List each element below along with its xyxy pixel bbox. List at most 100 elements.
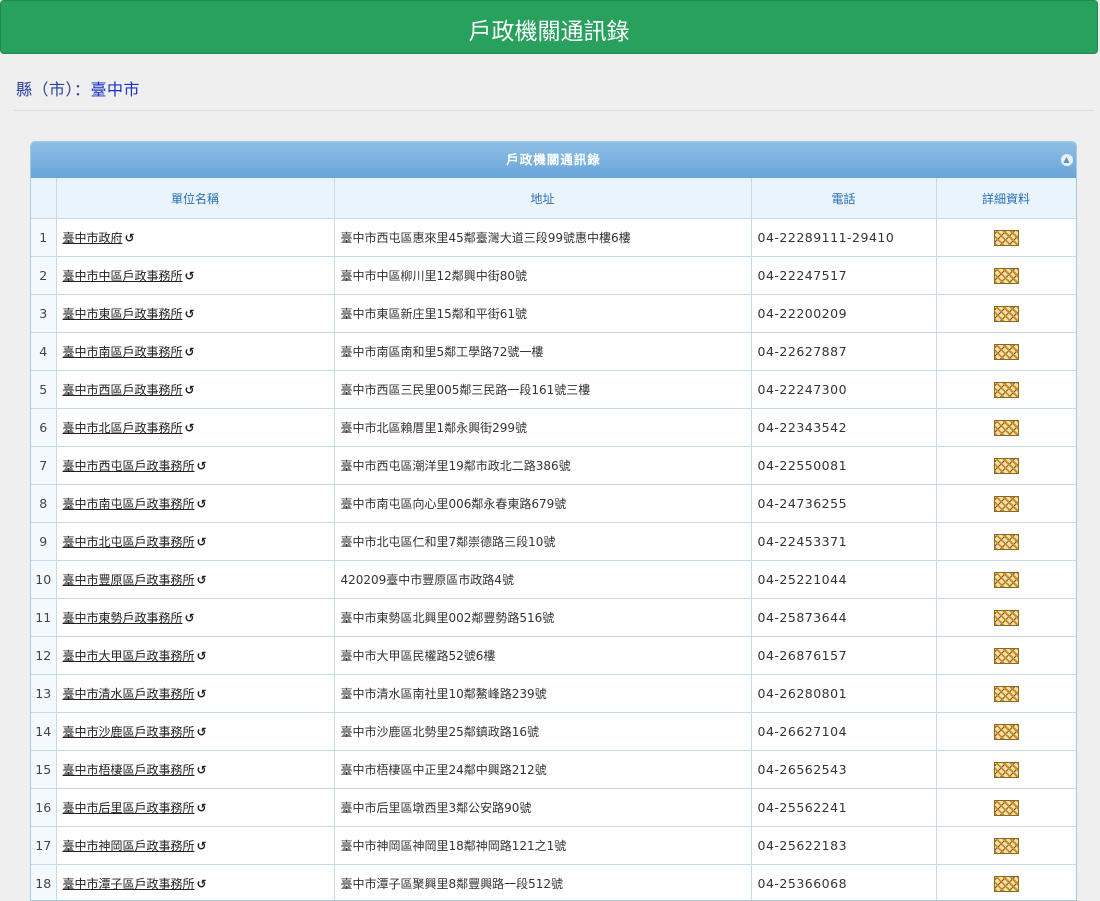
unit-name-cell: 臺中市南區戶政事務所↺ <box>56 333 334 371</box>
row-number: 4 <box>31 333 56 371</box>
external-link-icon[interactable]: ↺ <box>197 839 207 853</box>
header-unit-name[interactable]: 單位名稱 <box>56 178 334 219</box>
external-link-icon[interactable]: ↺ <box>185 269 195 283</box>
unit-name-link[interactable]: 臺中市沙鹿區戶政事務所 <box>63 725 195 739</box>
unit-name-cell: 臺中市南屯區戶政事務所↺ <box>56 485 334 523</box>
unit-name-cell: 臺中市潭子區戶政事務所↺ <box>56 865 334 901</box>
unit-name-link[interactable]: 臺中市清水區戶政事務所 <box>63 687 195 701</box>
phone-cell: 04-26562543 <box>751 751 936 789</box>
map-detail-icon[interactable] <box>994 686 1019 702</box>
map-detail-icon[interactable] <box>994 534 1019 550</box>
external-link-icon[interactable]: ↺ <box>125 231 135 245</box>
table-row: 15臺中市梧棲區戶政事務所↺臺中市梧棲區中正里24鄰中興路212號04-2656… <box>31 751 1076 789</box>
unit-name-cell: 臺中市梧棲區戶政事務所↺ <box>56 751 334 789</box>
row-number: 2 <box>31 257 56 295</box>
map-detail-icon[interactable] <box>994 800 1019 816</box>
page-header: 戶政機關通訊錄 <box>0 0 1098 54</box>
phone-cell: 04-26627104 <box>751 713 936 751</box>
table-header-row: 單位名稱 地址 電話 詳細資料 <box>31 178 1076 219</box>
detail-cell <box>936 219 1076 257</box>
unit-name-cell: 臺中市中區戶政事務所↺ <box>56 257 334 295</box>
address-cell: 臺中市西屯區惠來里45鄰臺灣大道三段99號惠中樓6樓 <box>334 219 751 257</box>
map-detail-icon[interactable] <box>994 306 1019 322</box>
phone-cell: 04-22289111-29410 <box>751 219 936 257</box>
unit-name-cell: 臺中市豐原區戶政事務所↺ <box>56 561 334 599</box>
unit-name-link[interactable]: 臺中市中區戶政事務所 <box>63 269 183 283</box>
unit-name-link[interactable]: 臺中市政府 <box>63 231 123 245</box>
table-row: 14臺中市沙鹿區戶政事務所↺臺中市沙鹿區北勢里25鄰鎮政路16號04-26627… <box>31 713 1076 751</box>
detail-cell <box>936 751 1076 789</box>
row-number: 5 <box>31 371 56 409</box>
map-detail-icon[interactable] <box>994 496 1019 512</box>
external-link-icon[interactable]: ↺ <box>197 573 207 587</box>
header-phone[interactable]: 電話 <box>751 178 936 219</box>
external-link-icon[interactable]: ↺ <box>197 725 207 739</box>
detail-cell <box>936 295 1076 333</box>
header-detail[interactable]: 詳細資料 <box>936 178 1076 219</box>
external-link-icon[interactable]: ↺ <box>197 801 207 815</box>
unit-name-link[interactable]: 臺中市梧棲區戶政事務所 <box>63 763 195 777</box>
unit-name-link[interactable]: 臺中市后里區戶政事務所 <box>63 801 195 815</box>
unit-name-cell: 臺中市大甲區戶政事務所↺ <box>56 637 334 675</box>
county-filter: 縣（市）：臺中市 <box>16 76 140 100</box>
external-link-icon[interactable]: ↺ <box>185 345 195 359</box>
unit-name-link[interactable]: 臺中市東區戶政事務所 <box>63 307 183 321</box>
unit-name-link[interactable]: 臺中市西屯區戶政事務所 <box>63 459 195 473</box>
external-link-icon[interactable]: ↺ <box>185 307 195 321</box>
detail-cell <box>936 485 1076 523</box>
table-row: 6臺中市北區戶政事務所↺臺中市北區賴厝里1鄰永興街299號04-22343542 <box>31 409 1076 447</box>
unit-name-link[interactable]: 臺中市豐原區戶政事務所 <box>63 573 195 587</box>
map-detail-icon[interactable] <box>994 420 1019 436</box>
external-link-icon[interactable]: ↺ <box>185 383 195 397</box>
map-detail-icon[interactable] <box>994 762 1019 778</box>
unit-name-cell: 臺中市沙鹿區戶政事務所↺ <box>56 713 334 751</box>
unit-name-link[interactable]: 臺中市潭子區戶政事務所 <box>63 877 195 891</box>
unit-name-link[interactable]: 臺中市北屯區戶政事務所 <box>63 535 195 549</box>
map-detail-icon[interactable] <box>994 610 1019 626</box>
unit-name-link[interactable]: 臺中市神岡區戶政事務所 <box>63 839 195 853</box>
chevron-up-icon[interactable]: ▲ <box>1061 154 1073 166</box>
map-detail-icon[interactable] <box>994 724 1019 740</box>
unit-name-link[interactable]: 臺中市北區戶政事務所 <box>63 421 183 435</box>
address-cell: 臺中市沙鹿區北勢里25鄰鎮政路16號 <box>334 713 751 751</box>
phone-cell: 04-26876157 <box>751 637 936 675</box>
unit-name-link[interactable]: 臺中市南區戶政事務所 <box>63 345 183 359</box>
phone-cell: 04-25221044 <box>751 561 936 599</box>
map-detail-icon[interactable] <box>994 876 1019 892</box>
unit-name-link[interactable]: 臺中市東勢戶政事務所 <box>63 611 183 625</box>
external-link-icon[interactable]: ↺ <box>197 497 207 511</box>
unit-name-link[interactable]: 臺中市西區戶政事務所 <box>63 383 183 397</box>
address-cell: 臺中市北屯區仁和里7鄰崇德路三段10號 <box>334 523 751 561</box>
external-link-icon[interactable]: ↺ <box>185 421 195 435</box>
external-link-icon[interactable]: ↺ <box>197 877 207 891</box>
unit-name-link[interactable]: 臺中市大甲區戶政事務所 <box>63 649 195 663</box>
map-detail-icon[interactable] <box>994 230 1019 246</box>
table-row: 9臺中市北屯區戶政事務所↺臺中市北屯區仁和里7鄰崇德路三段10號04-22453… <box>31 523 1076 561</box>
map-detail-icon[interactable] <box>994 648 1019 664</box>
map-detail-icon[interactable] <box>994 382 1019 398</box>
table-row: 16臺中市后里區戶政事務所↺臺中市后里區墩西里3鄰公安路90號04-255622… <box>31 789 1076 827</box>
external-link-icon[interactable]: ↺ <box>197 459 207 473</box>
row-number: 1 <box>31 219 56 257</box>
unit-name-link[interactable]: 臺中市南屯區戶政事務所 <box>63 497 195 511</box>
map-detail-icon[interactable] <box>994 458 1019 474</box>
address-cell: 臺中市東勢區北興里002鄰豐勢路516號 <box>334 599 751 637</box>
address-cell: 臺中市西區三民里005鄰三民路一段161號三樓 <box>334 371 751 409</box>
row-number: 7 <box>31 447 56 485</box>
phone-cell: 04-22200209 <box>751 295 936 333</box>
header-address[interactable]: 地址 <box>334 178 751 219</box>
map-detail-icon[interactable] <box>994 344 1019 360</box>
map-detail-icon[interactable] <box>994 572 1019 588</box>
external-link-icon[interactable]: ↺ <box>197 535 207 549</box>
external-link-icon[interactable]: ↺ <box>197 763 207 777</box>
map-detail-icon[interactable] <box>994 268 1019 284</box>
detail-cell <box>936 827 1076 865</box>
row-number: 8 <box>31 485 56 523</box>
unit-name-cell: 臺中市北屯區戶政事務所↺ <box>56 523 334 561</box>
map-detail-icon[interactable] <box>994 838 1019 854</box>
external-link-icon[interactable]: ↺ <box>197 687 207 701</box>
address-cell: 臺中市北區賴厝里1鄰永興街299號 <box>334 409 751 447</box>
external-link-icon[interactable]: ↺ <box>185 611 195 625</box>
external-link-icon[interactable]: ↺ <box>197 649 207 663</box>
grid-caption-title: 戶政機關通訊錄 <box>506 152 601 167</box>
